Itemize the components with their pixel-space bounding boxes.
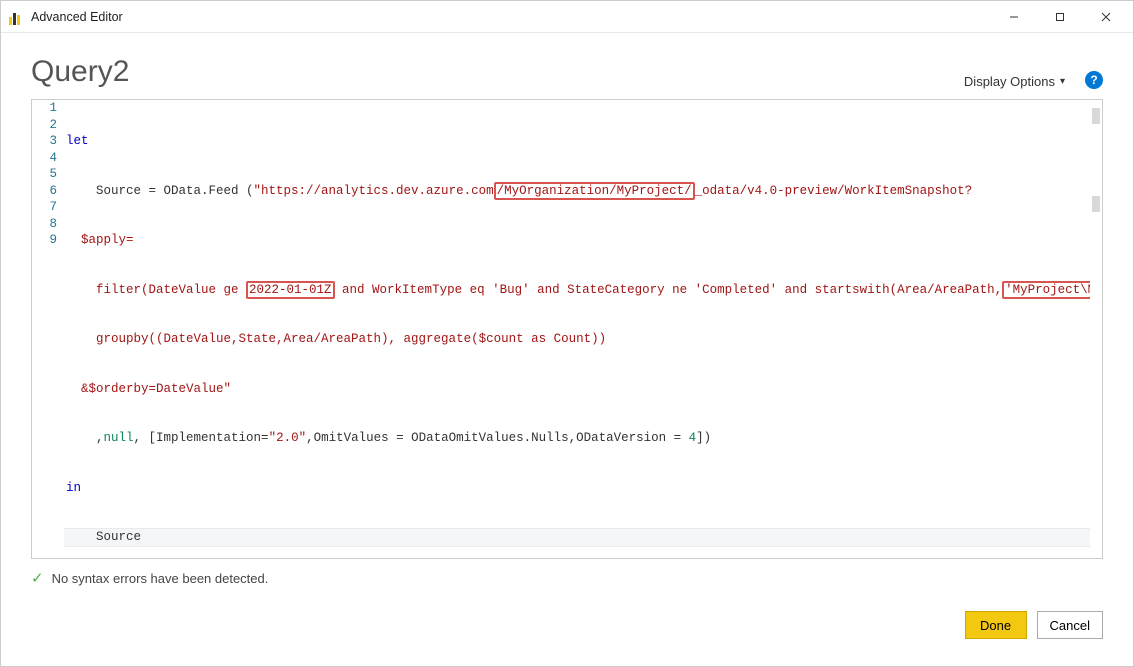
query-header: Query2 Display Options ▾ ? (1, 33, 1133, 99)
check-icon: ✓ (31, 569, 44, 587)
syntax-status-text: No syntax errors have been detected. (52, 571, 269, 586)
code-line: &$orderby=DateValue" (64, 381, 1102, 398)
code-line: Source = OData.Feed ("https://analytics.… (64, 183, 1102, 200)
scroll-overview[interactable] (1090, 100, 1102, 558)
display-options-label: Display Options (964, 74, 1055, 89)
display-options-dropdown[interactable]: Display Options ▾ (964, 74, 1065, 89)
code-editor[interactable]: 1 2 3 4 5 6 7 8 9 let Source = OData.Fee… (31, 99, 1103, 559)
close-button[interactable] (1083, 2, 1129, 32)
help-icon[interactable]: ? (1085, 71, 1103, 89)
button-bar: Done Cancel (1, 587, 1133, 655)
syntax-status: ✓ No syntax errors have been detected. (1, 559, 1133, 587)
code-content[interactable]: let Source = OData.Feed ("https://analyt… (64, 100, 1102, 558)
highlight-areapath: 'MyProject\MyAreaPath'))/ (1002, 281, 1102, 299)
highlight-date: 2022-01-01Z (246, 281, 335, 299)
chevron-down-icon: ▾ (1060, 76, 1065, 87)
code-line-current: Source (64, 529, 1102, 546)
code-line: groupby((DateValue,State,Area/AreaPath),… (64, 331, 1102, 348)
maximize-button[interactable] (1037, 2, 1083, 32)
scroll-marker (1092, 108, 1100, 124)
line-gutter: 1 2 3 4 5 6 7 8 9 (32, 100, 64, 558)
window-title: Advanced Editor (31, 10, 991, 24)
highlight-org-project: /MyOrganization/MyProject/ (494, 182, 695, 200)
code-line: $apply= (64, 232, 1102, 249)
code-line: ,null, [Implementation="2.0",OmitValues … (64, 430, 1102, 447)
titlebar: Advanced Editor (1, 1, 1133, 33)
scroll-marker (1092, 196, 1100, 212)
cancel-button[interactable]: Cancel (1037, 611, 1103, 639)
query-name: Query2 (31, 55, 964, 89)
done-button[interactable]: Done (965, 611, 1027, 639)
code-line: filter(DateValue ge 2022-01-01Z and Work… (64, 282, 1102, 299)
code-line: in (64, 480, 1102, 497)
powerbi-app-icon (9, 9, 25, 25)
code-line: let (64, 133, 1102, 150)
minimize-button[interactable] (991, 2, 1037, 32)
